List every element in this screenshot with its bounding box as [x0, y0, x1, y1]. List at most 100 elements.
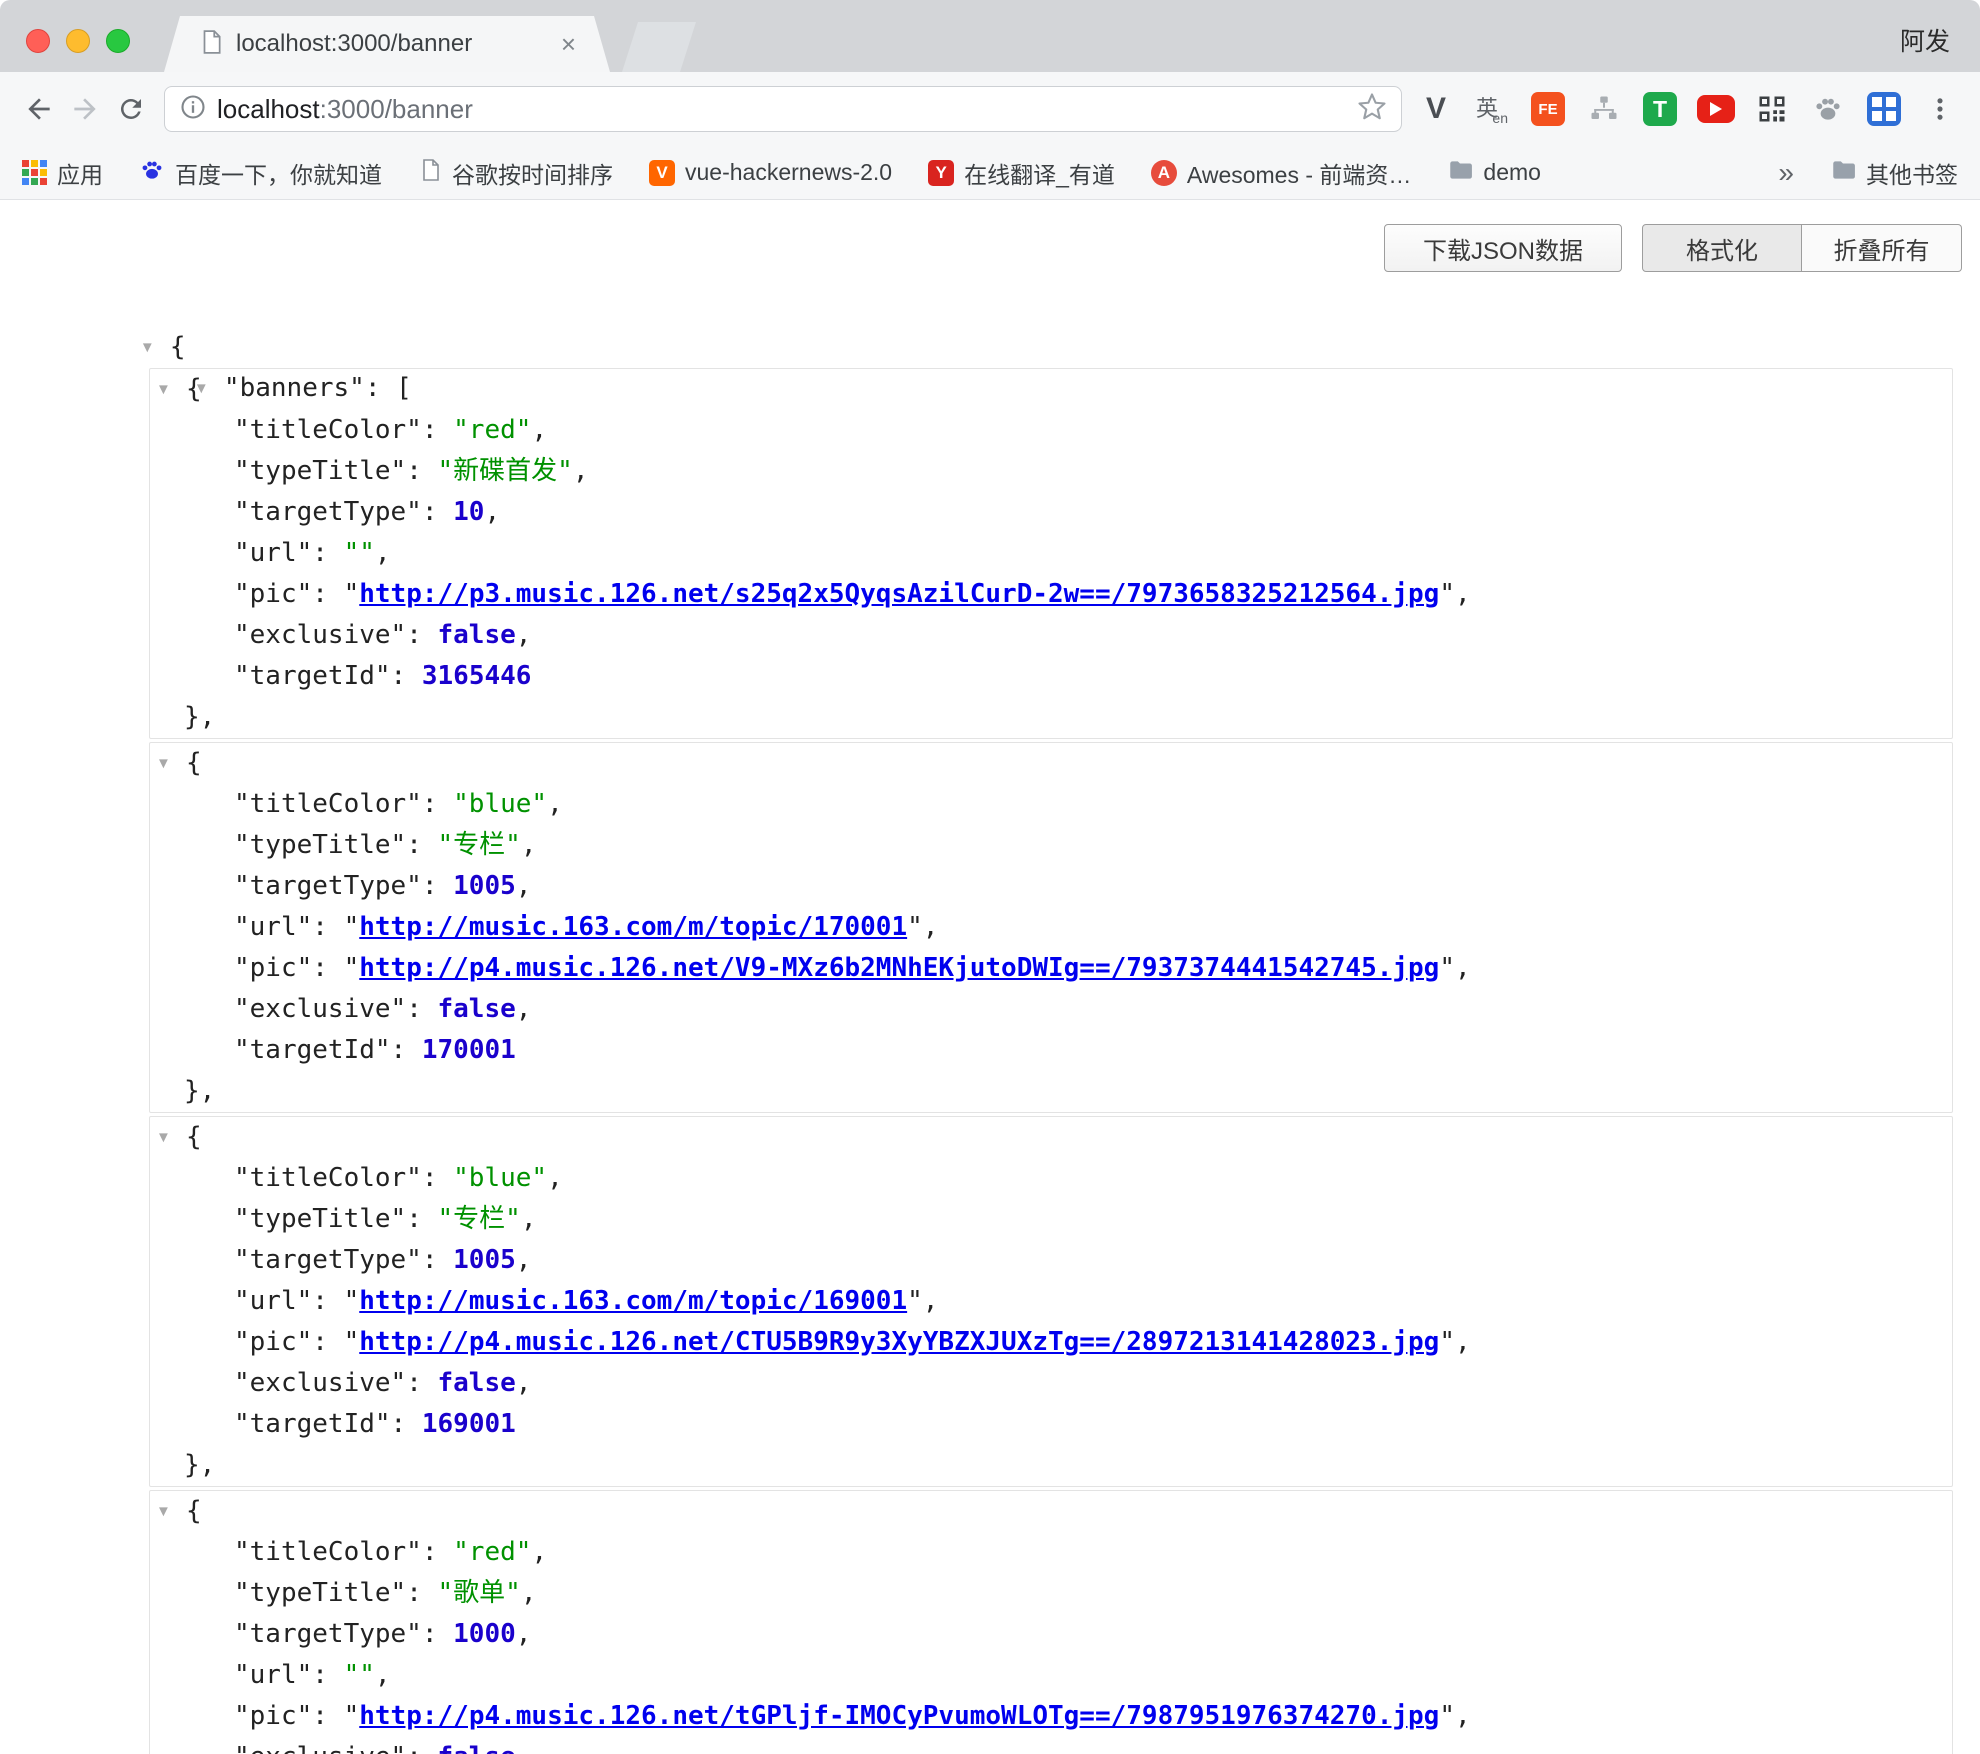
json-colon: : — [422, 1163, 453, 1193]
json-field-titleColor: "titleColor": "blue", — [150, 1158, 1952, 1199]
vue-favicon: V — [649, 160, 675, 186]
apps-grid-icon — [22, 160, 47, 185]
json-object-block: ▼{"titleColor": "blue","typeTitle": "专栏"… — [149, 742, 1953, 1113]
json-comma: , — [521, 1578, 537, 1608]
json-field-pic: "pic": "http://p3.music.126.net/s25q2x5Q… — [150, 574, 1952, 615]
json-url-link[interactable]: http://p3.music.126.net/s25q2x5QyqsAzilC… — [359, 579, 1439, 609]
collapse-triangle-icon[interactable]: ▼ — [156, 1117, 186, 1158]
bookmark-label: demo — [1483, 159, 1541, 186]
bookmark-apps[interactable]: 应用 — [22, 156, 103, 190]
json-quote: " — [1439, 953, 1455, 983]
json-colon: : — [406, 1204, 437, 1234]
bookmark-awesomes[interactable]: A Awesomes - 前端资… — [1151, 156, 1412, 190]
json-comma: , — [375, 538, 391, 568]
collapse-all-button[interactable]: 折叠所有 — [1802, 224, 1962, 272]
green-t-glyph: T — [1643, 92, 1677, 126]
json-key: "url" — [234, 538, 312, 568]
back-button[interactable] — [16, 86, 62, 132]
bookmark-google-sort[interactable]: 谷歌按时间排序 — [418, 156, 613, 190]
collapse-triangle-icon[interactable]: ▼ — [156, 1491, 186, 1532]
vimium-extension-icon[interactable]: V — [1416, 89, 1456, 129]
window-minimize-button[interactable] — [66, 29, 90, 53]
json-object-close-line: }, — [150, 1445, 1952, 1486]
youtube-extension-icon[interactable] — [1696, 89, 1736, 129]
collapse-triangle-icon[interactable]: ▼ — [156, 743, 186, 784]
json-object-open-line: ▼{ — [150, 743, 1952, 784]
forward-button[interactable] — [62, 86, 108, 132]
bookmark-label: 应用 — [57, 156, 103, 190]
download-json-button[interactable]: 下载JSON数据 — [1384, 224, 1622, 272]
blue-grid-extension-icon[interactable] — [1864, 89, 1904, 129]
json-colon: : — [422, 1245, 453, 1275]
json-field-targetId: "targetId": 169001 — [150, 1404, 1952, 1445]
json-key: "targetType" — [234, 871, 422, 901]
json-field-targetType: "targetType": 1005, — [150, 1240, 1952, 1281]
json-key: "url" — [234, 1660, 312, 1690]
json-key: "typeTitle" — [234, 456, 406, 486]
json-key: "exclusive" — [234, 1742, 406, 1754]
window-close-button[interactable] — [26, 29, 50, 53]
collapse-triangle-icon[interactable]: ▼ — [156, 369, 186, 410]
url-text[interactable]: localhost:3000/banner — [217, 94, 1347, 125]
paw-extension-icon[interactable] — [1808, 89, 1848, 129]
json-tree: ▼{ ▼"banners": [ ▼{"titleColor": "red","… — [0, 286, 1980, 1754]
json-url-link[interactable]: http://p4.music.126.net/CTU5B9R9y3XyYBZX… — [359, 1327, 1439, 1357]
collapse-triangle-icon[interactable]: ▼ — [140, 327, 170, 368]
json-field-targetType: "targetType": 1005, — [150, 866, 1952, 907]
json-field-url: "url": "http://music.163.com/m/topic/169… — [150, 1281, 1952, 1322]
blue-grid-glyph — [1872, 97, 1896, 121]
bookmarks-overflow-chevron[interactable]: » — [1778, 157, 1794, 189]
json-atom-value: false — [438, 620, 516, 650]
json-field-pic: "pic": "http://p4.music.126.net/tGPljf-I… — [150, 1696, 1952, 1737]
site-info-icon[interactable] — [179, 93, 207, 126]
json-comma: , — [547, 1163, 563, 1193]
json-atom-value: 1005 — [453, 1245, 516, 1275]
tab-close-icon[interactable]: × — [561, 31, 576, 57]
json-field-typeTitle: "typeTitle": "歌单", — [150, 1573, 1952, 1614]
bookmark-other-bookmarks[interactable]: 其他书签 — [1830, 156, 1958, 190]
json-atom-value: false — [438, 994, 516, 1024]
json-close-brace: }, — [184, 702, 215, 732]
reload-button[interactable] — [108, 86, 154, 132]
json-object-block: ▼{"titleColor": "red","typeTitle": "新碟首发… — [149, 368, 1953, 739]
browser-menu-icon[interactable] — [1920, 89, 1960, 129]
bookmark-star-icon[interactable] — [1357, 92, 1387, 127]
bookmark-baidu[interactable]: 百度一下，你就知道 — [139, 156, 382, 190]
json-field-pic: "pic": "http://p4.music.126.net/CTU5B9R9… — [150, 1322, 1952, 1363]
json-field-exclusive: "exclusive": false, — [150, 615, 1952, 656]
json-comma: , — [531, 1537, 547, 1567]
json-quote: " — [907, 1286, 923, 1316]
json-atom-value: false — [438, 1742, 516, 1754]
json-field-targetId: "targetId": 170001 — [150, 1030, 1952, 1071]
json-comma: , — [1455, 953, 1471, 983]
sitemap-extension-icon[interactable] — [1584, 89, 1624, 129]
fehelper-extension-icon[interactable]: FE — [1528, 89, 1568, 129]
qrcode-extension-icon[interactable] — [1752, 89, 1792, 129]
json-quote: " — [344, 579, 360, 609]
bookmark-youdao[interactable]: Y 在线翻译_有道 — [928, 156, 1115, 190]
json-url-link[interactable]: http://p4.music.126.net/V9-MXz6b2MNhEKju… — [359, 953, 1439, 983]
fe-glyph: FE — [1531, 92, 1565, 126]
json-field-url: "url": "http://music.163.com/m/topic/170… — [150, 907, 1952, 948]
json-key: "titleColor" — [234, 1537, 422, 1567]
json-field-targetType: "targetType": 10, — [150, 492, 1952, 533]
json-field-exclusive: "exclusive": false, — [150, 989, 1952, 1030]
tab-strip: localhost:3000/banner × 阿发 — [0, 0, 1980, 72]
new-tab-button[interactable] — [622, 22, 696, 72]
dict-sub-glyph: en — [1492, 110, 1508, 126]
format-button[interactable]: 格式化 — [1642, 224, 1802, 272]
json-url-link[interactable]: http://p4.music.126.net/tGPljf-IMOCyPvum… — [359, 1701, 1439, 1731]
json-colon: : — [391, 1409, 422, 1439]
json-url-link[interactable]: http://music.163.com/m/topic/169001 — [359, 1286, 907, 1316]
window-zoom-button[interactable] — [106, 29, 130, 53]
json-url-link[interactable]: http://music.163.com/m/topic/170001 — [359, 912, 907, 942]
profile-name[interactable]: 阿发 — [1900, 22, 1950, 58]
bookmark-vue-hackernews[interactable]: V vue-hackernews-2.0 — [649, 159, 892, 186]
json-array-items: ▼{"titleColor": "red","typeTitle": "新碟首发… — [149, 368, 1953, 1754]
bookmark-demo-folder[interactable]: demo — [1447, 157, 1541, 188]
browser-tab[interactable]: localhost:3000/banner × — [164, 16, 610, 72]
address-bar[interactable]: localhost:3000/banner — [164, 86, 1402, 132]
green-t-extension-icon[interactable]: T — [1640, 89, 1680, 129]
json-key: "typeTitle" — [234, 1578, 406, 1608]
dictionary-extension-icon[interactable]: 英 en — [1472, 89, 1512, 129]
